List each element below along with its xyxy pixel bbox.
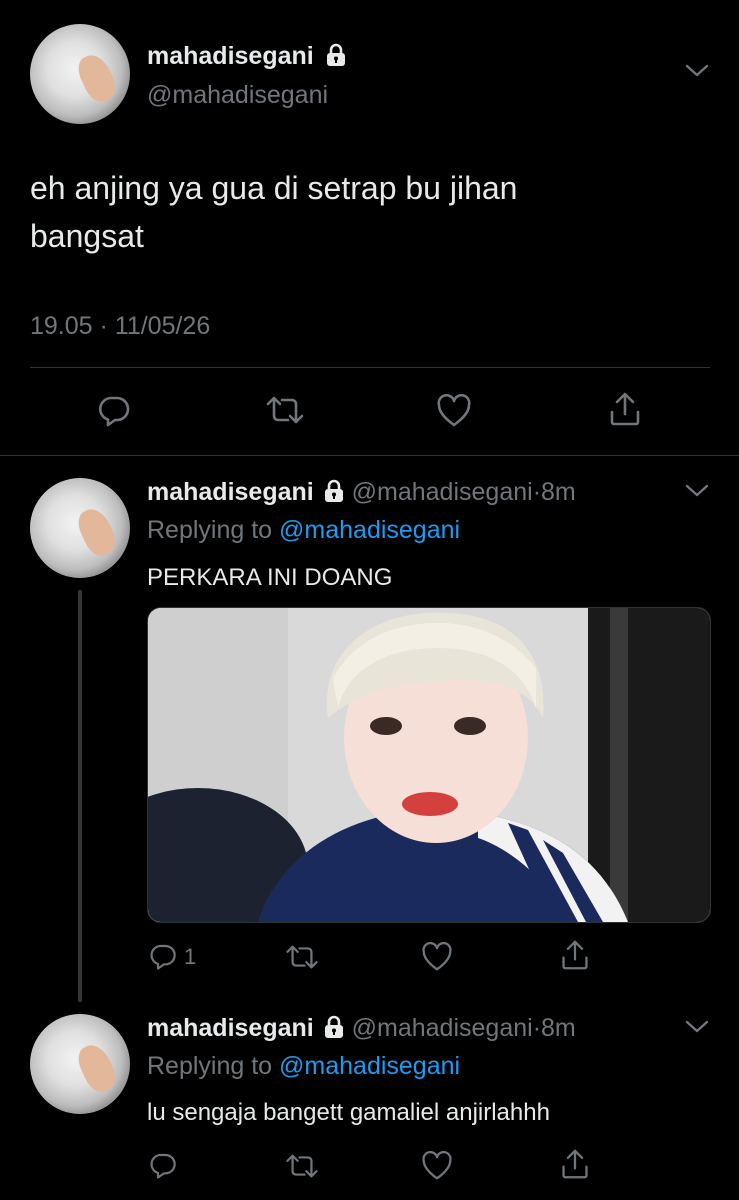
- handle[interactable]: @mahadisegani: [147, 81, 328, 110]
- retweet-icon[interactable]: [284, 1152, 320, 1180]
- time[interactable]: 8m: [541, 478, 576, 506]
- tweet-photo[interactable]: [147, 607, 711, 923]
- replying-handle-link[interactable]: @mahadisegani: [279, 1052, 460, 1080]
- photo-illustration: [148, 608, 710, 922]
- timestamp[interactable]: 19.05 · 11/05/26: [30, 312, 210, 341]
- lock-icon: [324, 1016, 343, 1039]
- share-icon[interactable]: [608, 390, 642, 428]
- replying-label: Replying to: [147, 1052, 273, 1080]
- share-icon[interactable]: [560, 938, 590, 972]
- replying-to: Replying to @mahadisegani: [147, 516, 460, 545]
- like-icon[interactable]: [421, 942, 453, 972]
- tweet-text-line: eh anjing ya gua di setrap bu jihan: [30, 170, 518, 206]
- retweet-icon[interactable]: [264, 394, 306, 426]
- like-icon[interactable]: [436, 394, 472, 428]
- separator: ·: [532, 1014, 542, 1042]
- display-name[interactable]: mahadisegani: [147, 1014, 314, 1042]
- lock-icon: [324, 480, 343, 503]
- replying-label: Replying to: [147, 516, 273, 544]
- divider: [30, 367, 710, 368]
- reply-text: PERKARA INI DOANG: [147, 564, 393, 591]
- retweet-icon[interactable]: [284, 943, 320, 971]
- tweet-text: eh anjing ya gua di setrap bu jihan bang…: [30, 164, 710, 260]
- display-name-text[interactable]: mahadisegani: [147, 42, 314, 70]
- tweet-text-line: bangsat: [30, 218, 144, 254]
- time[interactable]: 8m: [541, 1014, 576, 1042]
- separator: ·: [532, 478, 542, 506]
- reply-text: lu sengaja bangett gamaliel anjirlahhh: [147, 1099, 550, 1126]
- display-name[interactable]: mahadisegani: [147, 42, 347, 71]
- replying-to: Replying to @mahadisegani: [147, 1052, 460, 1081]
- like-icon[interactable]: [421, 1151, 453, 1181]
- display-name[interactable]: mahadisegani: [147, 478, 314, 506]
- thread-line: [78, 590, 82, 1002]
- avatar[interactable]: [30, 1014, 130, 1114]
- reply-count: 1: [184, 944, 197, 969]
- reply-header: mahadisegani @mahadisegani·8m: [147, 1014, 576, 1043]
- chevron-down-icon[interactable]: [684, 62, 710, 80]
- share-icon[interactable]: [560, 1147, 590, 1181]
- replying-handle-link[interactable]: @mahadisegani: [279, 516, 460, 544]
- handle[interactable]: @mahadisegani: [352, 1014, 533, 1042]
- avatar[interactable]: [30, 478, 130, 578]
- chevron-down-icon[interactable]: [684, 1018, 710, 1036]
- divider: [0, 455, 739, 456]
- reply-icon[interactable]: [148, 1150, 178, 1180]
- lock-icon: [326, 44, 345, 67]
- reply-header: mahadisegani @mahadisegani·8m: [147, 478, 576, 507]
- chevron-down-icon[interactable]: [684, 482, 710, 500]
- avatar[interactable]: [30, 24, 130, 124]
- handle[interactable]: @mahadisegani: [352, 478, 533, 506]
- reply-icon[interactable]: [96, 392, 132, 428]
- reply-icon[interactable]: [148, 941, 178, 971]
